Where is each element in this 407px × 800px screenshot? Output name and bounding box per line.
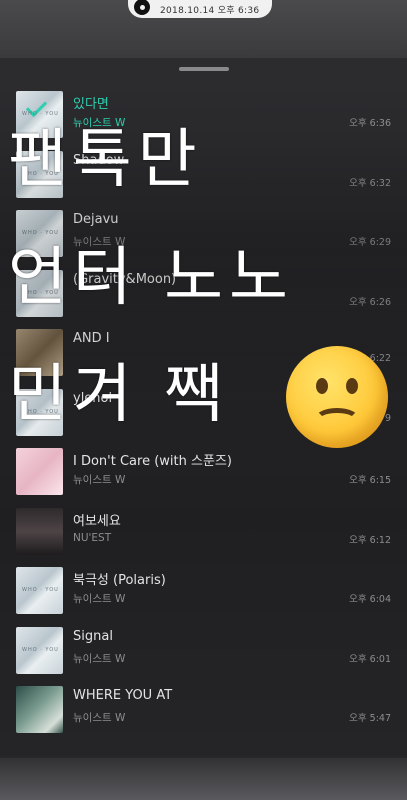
song-artist: 뉴이스트 W [73,474,126,486]
overlay-text-line-3: 민겨 짹 [8,358,229,432]
overlay-text-line-1: 팬톡만 [8,123,203,197]
drag-handle[interactable] [179,67,229,71]
playlist-row[interactable]: WHERE YOU AT 뉴이스트 W 오후 5:47 [0,680,407,740]
frowning-face-emoji-icon [286,346,388,448]
emoji-left-eye [316,378,328,394]
album-cover [16,567,63,614]
song-artist: 뉴이스트 W [73,593,126,605]
song-title: 여보세요 [73,513,121,529]
song-title: Dejavu [73,212,119,227]
played-time: 오후 6:29 [349,237,391,248]
playlist-row[interactable]: 북극성 (Polaris) 뉴이스트 W 오후 6:04 [0,561,407,621]
album-cover [16,626,63,674]
recording-timestamp-bar: 2018.10.14 오후 6:36 [128,0,272,18]
song-artist: 뉴이스트 W [73,712,126,724]
playlist-row[interactable]: Signal 뉴이스트 W 오후 6:01 [0,621,407,681]
played-time: 오후 6:04 [349,594,391,605]
timestamp-text: 2018.10.14 오후 6:36 [160,5,260,16]
bottom-fade [0,755,407,800]
emoji-mouth [314,408,360,432]
played-time: 오후 6:15 [349,475,391,486]
checkmark-icon [25,95,48,118]
played-time: 9 [384,412,391,424]
played-time: 오후 6:36 [349,118,391,129]
song-artist: NU'EST [73,531,112,544]
played-time: 오후 6:26 [349,296,391,308]
overlay-text-line-2: 언터 노노 [8,241,294,315]
playlist-row[interactable]: 여보세요 NU'EST 오후 6:12 [0,502,407,562]
album-cover [16,686,63,733]
song-title: 북극성 (Polaris) [73,573,166,588]
album-cover [16,448,63,495]
music-disc-icon [132,0,152,17]
song-title: WHERE YOU AT [73,688,173,703]
played-time: 오후 6:01 [349,653,391,665]
song-title: Signal [73,628,113,644]
song-title: I Don't Care (with 스푼즈) [73,454,232,469]
played-time: 오후 5:47 [349,713,391,724]
playlist-row[interactable]: I Don't Care (with 스푼즈) 뉴이스트 W 오후 6:15 [0,442,407,502]
album-cover [16,507,63,555]
song-title: 있다면 [73,97,109,112]
song-artist: 뉴이스트 W [73,652,126,665]
song-title: AND I [73,331,110,346]
emoji-right-eye [346,378,358,394]
played-time: 오후 6:12 [349,534,391,546]
played-time: 오후 6:32 [349,177,391,189]
